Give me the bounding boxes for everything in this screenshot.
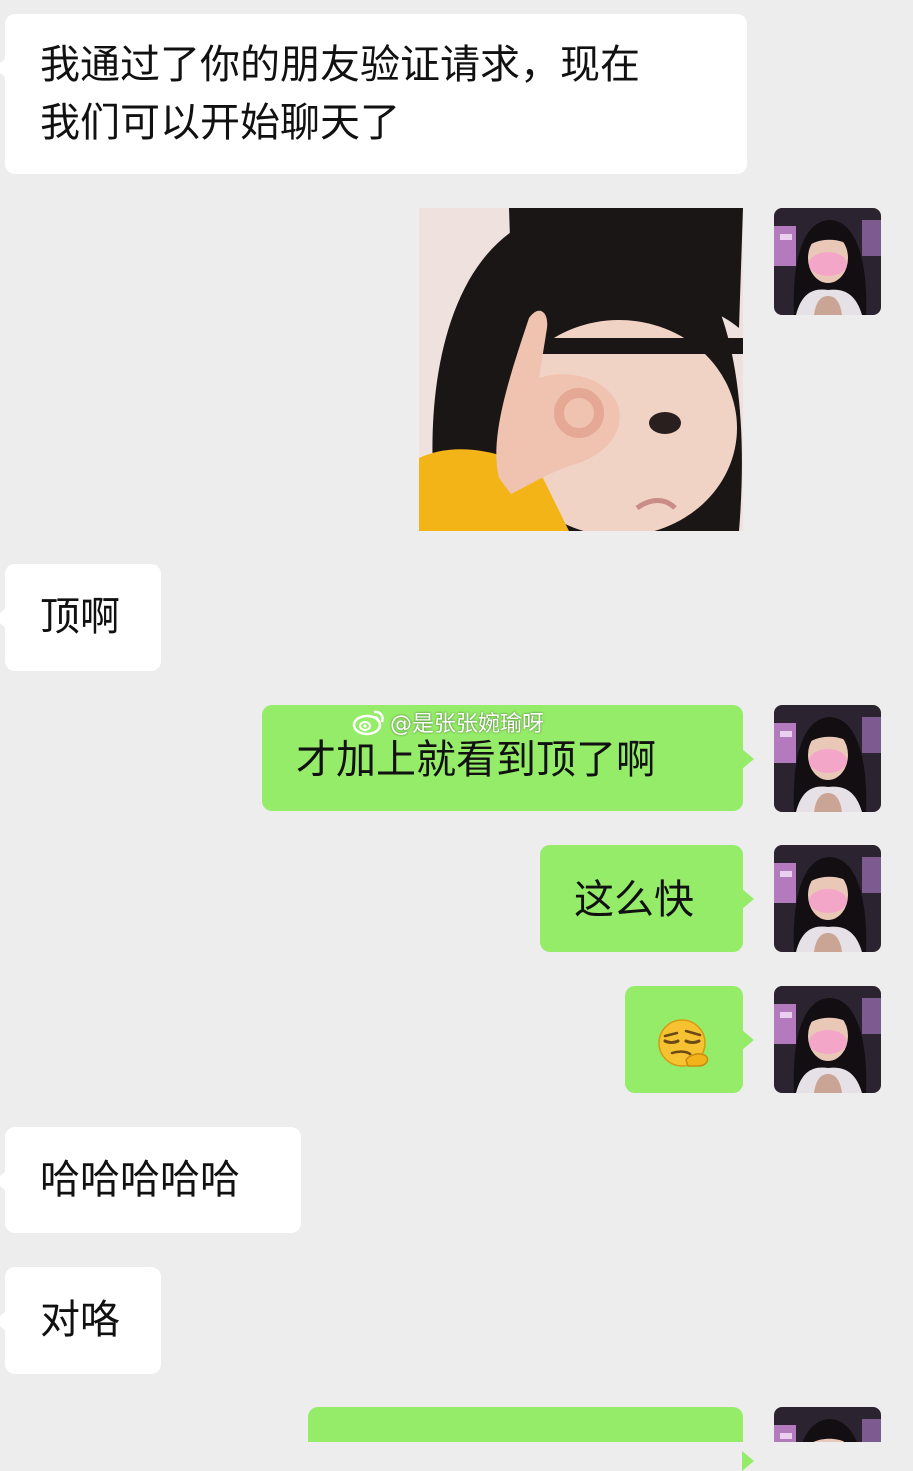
message-bubble-incoming[interactable]: 我通过了你的朋友验证请求，现在 我们可以开始聊天了 (0, 14, 747, 174)
weibo-icon (352, 708, 386, 736)
message-bubble-incoming[interactable]: 哈哈哈哈哈 (0, 1127, 301, 1233)
message-text: 顶啊 (40, 594, 120, 640)
watermark: @是张张婉瑜呀 (352, 706, 544, 738)
message-bubble-outgoing[interactable]: 这么快 (540, 845, 754, 952)
message-text: 哈哈哈哈哈 (40, 1157, 240, 1203)
avatar-me[interactable] (774, 845, 881, 952)
message-bubble-outgoing[interactable] (308, 1407, 754, 1471)
avatar-me[interactable] (774, 208, 881, 315)
message-bubble-incoming[interactable]: 对咯 (0, 1267, 161, 1374)
avatar-me[interactable] (774, 1407, 881, 1442)
message-text: 我通过了你的朋友验证请求，现在 我们可以开始聊天了 (40, 42, 640, 146)
avatar-me[interactable] (774, 986, 881, 1093)
message-text: 这么快 (574, 877, 694, 923)
message-bubble-incoming[interactable]: 顶啊 (0, 564, 161, 671)
message-text: 对咯 (40, 1297, 120, 1343)
sticker-image[interactable] (419, 208, 743, 531)
message-text: 才加上就看到顶了啊 (296, 737, 656, 783)
thinking-smirk-emoji (656, 1018, 712, 1068)
avatar-me[interactable] (774, 705, 881, 812)
watermark-text: @是张张婉瑜呀 (390, 712, 545, 737)
